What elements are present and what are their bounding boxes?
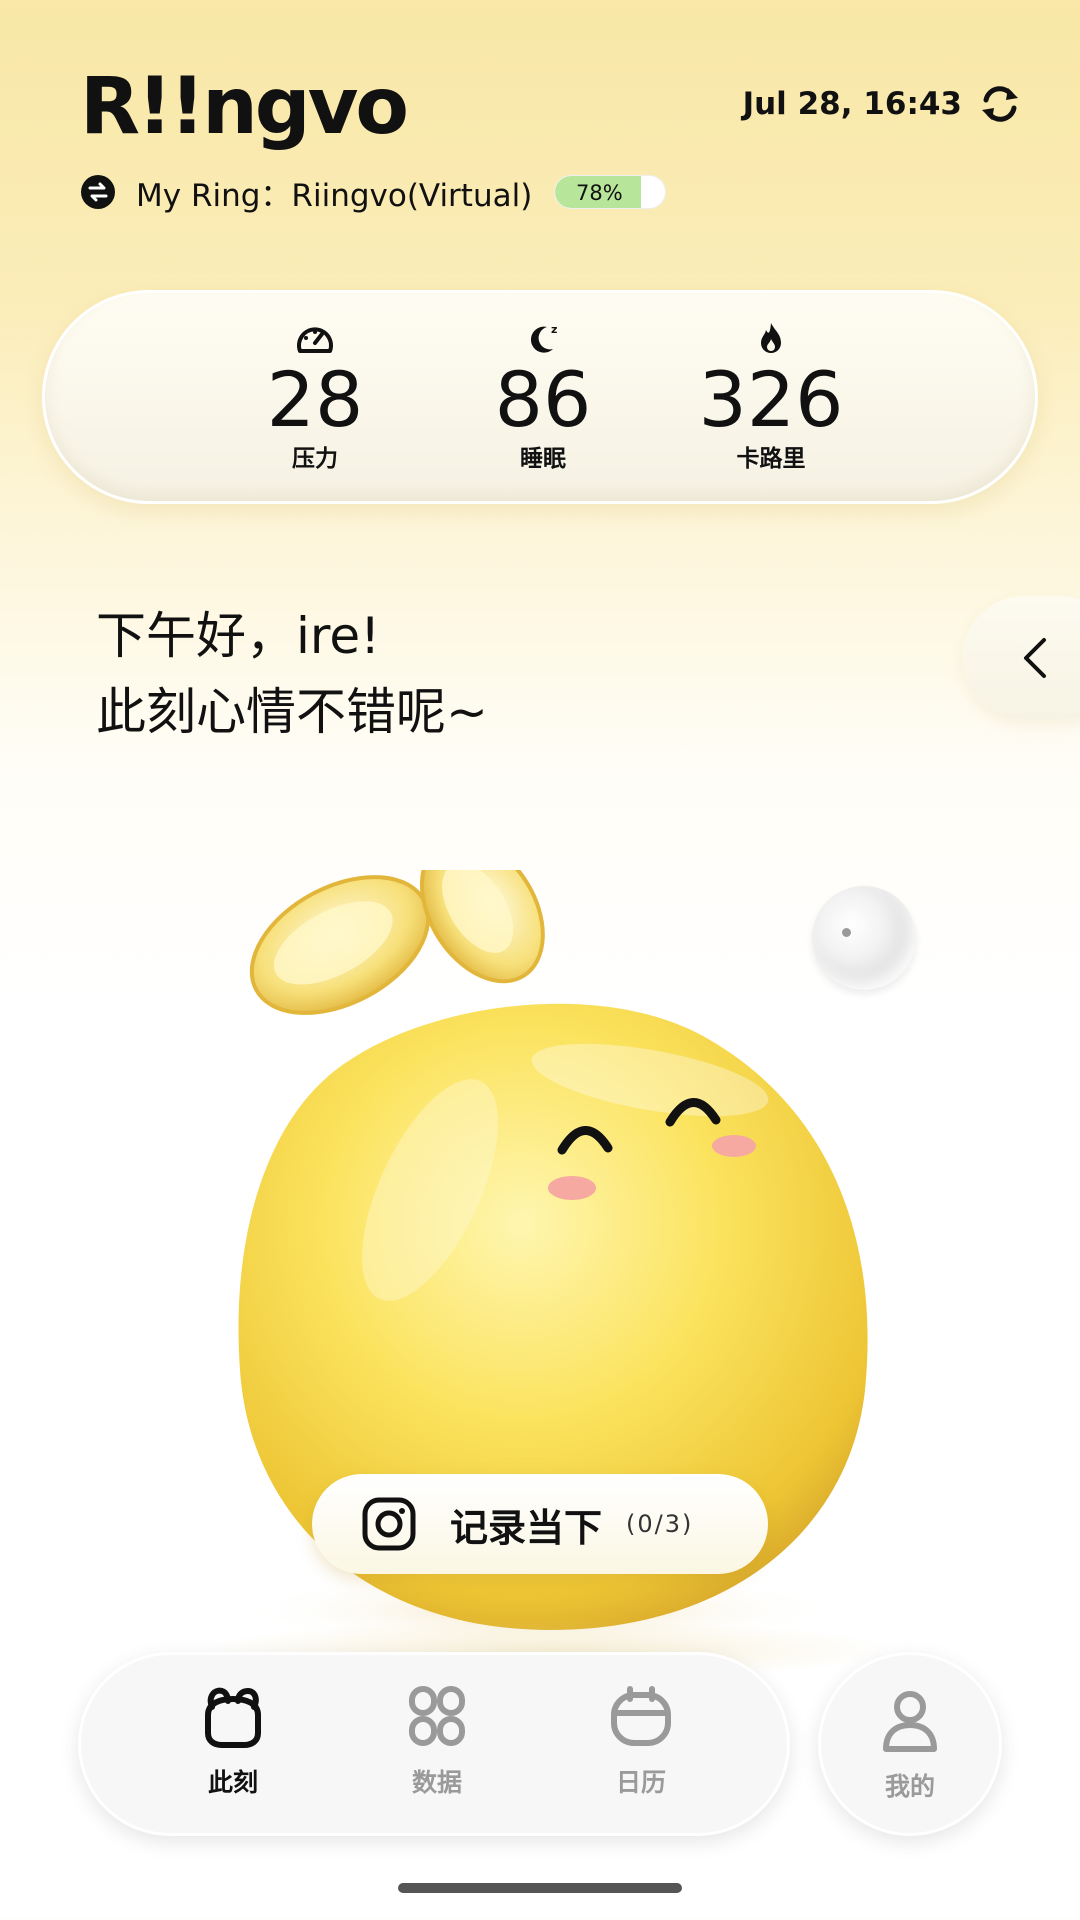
stat-value: 326 — [698, 355, 844, 444]
greeting-text: 下午好，ire! 此刻心情不错呢~ — [96, 598, 488, 750]
grid-icon — [409, 1686, 465, 1746]
bunny-icon — [205, 1687, 261, 1748]
app-logo: R!!ngvo — [80, 62, 409, 152]
side-drawer-tab[interactable] — [962, 596, 1080, 720]
user-icon — [883, 1691, 937, 1752]
chevron-left-icon — [1024, 638, 1046, 678]
stat-stress[interactable]: 28 压力 — [205, 321, 425, 473]
stat-label: 压力 — [292, 446, 338, 472]
stat-sleep[interactable]: z 86 睡眠 — [433, 321, 653, 473]
moon-sleep-icon: z — [530, 323, 557, 353]
profile-label: 我的 — [884, 1772, 935, 1801]
svg-text:z: z — [551, 323, 557, 336]
home-indicator[interactable] — [398, 1883, 682, 1893]
tab-moment[interactable]: 此刻 — [153, 1685, 313, 1799]
record-moment-button[interactable]: 记录当下 (0/3) — [312, 1474, 768, 1574]
tab-label: 日历 — [615, 1768, 666, 1797]
calendar-icon — [611, 1686, 671, 1746]
tab-label: 此刻 — [207, 1768, 258, 1797]
tab-data[interactable]: 数据 — [357, 1685, 517, 1799]
stat-calories[interactable]: 326 卡路里 — [661, 321, 881, 473]
ring-name: My Ring：Riingvo(Virtual) — [136, 177, 533, 214]
battery-percent: 78% — [575, 181, 623, 205]
tab-label: 数据 — [411, 1768, 462, 1797]
speedometer-icon — [297, 327, 333, 353]
stat-label: 睡眠 — [520, 446, 566, 472]
greeting-line-2: 此刻心情不错呢~ — [96, 683, 488, 741]
stat-label: 卡路里 — [736, 446, 806, 472]
current-datetime: Jul 28, 16:43 — [742, 86, 962, 122]
refresh-icon[interactable] — [978, 82, 1022, 126]
greeting-line-1: 下午好，ire! — [96, 607, 381, 665]
ring-switch-icon — [81, 175, 115, 209]
ring-status-row[interactable]: My Ring：Riingvo(Virtual) 78% — [80, 170, 667, 214]
camera-icon — [362, 1497, 416, 1551]
stat-value: 86 — [494, 355, 592, 444]
health-stats-card[interactable]: 28 压力 z 86 睡眠 326 卡路里 — [42, 290, 1038, 504]
record-label: 记录当下 — [450, 1505, 603, 1550]
battery-indicator: 78% — [554, 175, 667, 209]
flame-icon — [761, 323, 781, 353]
stat-value: 28 — [266, 355, 364, 444]
tab-calendar[interactable]: 日历 — [561, 1685, 721, 1799]
bottom-navigation: 此刻 数据 日历 — [78, 1652, 790, 1836]
tab-profile[interactable]: 我的 — [818, 1652, 1002, 1836]
record-count: (0/3) — [626, 1510, 694, 1538]
